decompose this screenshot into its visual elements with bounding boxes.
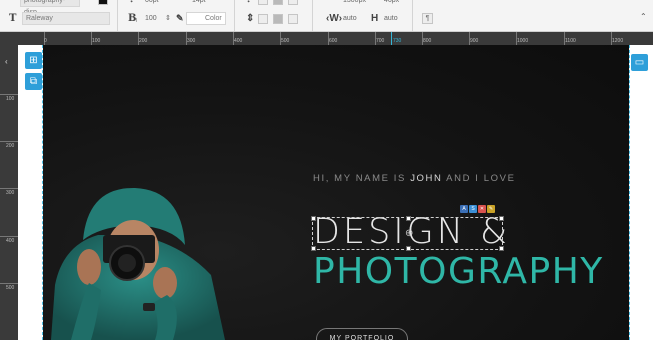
font-size-stepper-icon[interactable]: ⇕ <box>165 12 171 25</box>
intro-text[interactable]: HI, MY NAME IS JOHN AND I LOVE <box>313 173 516 184</box>
move-cursor-icon: ⊕ <box>405 228 414 239</box>
height-icon: H <box>371 13 379 24</box>
ruler-label: 100 <box>92 38 101 44</box>
paragraph-icon[interactable]: ¶ <box>422 13 433 24</box>
ruler-label: 1200 <box>612 38 624 44</box>
ruler-label: 100 <box>6 96 15 102</box>
ruler-guide-marker[interactable] <box>391 32 392 45</box>
ruler-corner <box>0 32 18 45</box>
portfolio-button[interactable]: MY PORTFOLIO <box>316 328 408 340</box>
toolbar-row-1: photography-disp ↕ 00pt 14pt ↕ 1300px 46… <box>0 0 653 16</box>
ruler-tick <box>0 94 18 95</box>
toolbar-divider <box>234 0 235 31</box>
toolbar-divider <box>312 0 313 31</box>
section-guide-left <box>42 45 43 340</box>
intro-suffix: AND I LOVE <box>442 173 516 184</box>
delete-icon[interactable]: ✕ <box>478 205 486 213</box>
ruler-label: 400 <box>234 38 243 44</box>
eyedropper-icon[interactable]: ✎ <box>176 12 184 25</box>
ruler-label: 0 <box>44 38 47 44</box>
resize-handle[interactable] <box>499 246 504 251</box>
collapse-toolbar-icon[interactable]: ⌃ <box>640 12 647 21</box>
toolbar-divider <box>117 0 118 31</box>
toolbar: photography-disp ↕ 00pt 14pt ↕ 1300px 46… <box>0 0 653 32</box>
add-layer-icon[interactable]: ⊞ <box>25 52 42 69</box>
ruler-label: 600 <box>329 38 338 44</box>
font-size-input[interactable]: 100 <box>145 12 157 25</box>
ruler-label: 400 <box>6 238 15 244</box>
height-value-top[interactable]: 46px <box>384 0 399 7</box>
hero-section[interactable]: HI, MY NAME IS JOHN AND I LOVE DESIGN & … <box>43 45 629 340</box>
align-top-icon[interactable] <box>258 14 268 24</box>
ruler-label: 900 <box>470 38 479 44</box>
ruler-label: 1100 <box>565 38 576 44</box>
ruler-left: 100 200 300 400 500 ‹ <box>0 45 18 340</box>
letter-spacing-value[interactable]: 00pt <box>145 0 159 7</box>
resize-handle[interactable] <box>499 216 504 221</box>
style-icon[interactable]: S <box>469 205 477 213</box>
intro-prefix: HI, MY NAME IS <box>313 173 411 184</box>
height-input[interactable]: auto <box>384 12 398 25</box>
line-height-value[interactable]: 14pt <box>192 0 206 7</box>
vertical-align-icon: ⇕ <box>246 13 255 24</box>
ruler-label: 700 <box>376 38 385 44</box>
font-family-select[interactable]: Raleway <box>22 12 110 25</box>
selection-box[interactable]: ⊕ <box>311 216 504 251</box>
toolbar-divider <box>412 0 413 31</box>
resize-handle[interactable] <box>311 246 316 251</box>
size-sub-icon: I <box>136 18 138 24</box>
width-value-top[interactable]: 1300px <box>343 0 366 7</box>
ruler-tick <box>0 188 18 189</box>
photographer-image <box>51 187 225 340</box>
ruler-label: 1000 <box>517 38 529 44</box>
letter-spacing-icon: ↕ <box>129 0 134 6</box>
ruler-label: 200 <box>139 38 148 44</box>
ruler-label: 200 <box>6 143 15 149</box>
font-icon[interactable]: A <box>460 205 468 213</box>
collapse-left-icon[interactable]: ‹ <box>5 57 8 66</box>
align-icon: ↕ <box>246 0 251 6</box>
ruler-label: 300 <box>187 38 196 44</box>
ruler-label: 500 <box>281 38 290 44</box>
align-bottom-icon[interactable] <box>288 14 298 24</box>
ruler-guide-label: 730 <box>393 38 402 44</box>
intro-name: JOHN <box>410 173 443 184</box>
ruler-label: 500 <box>6 285 15 291</box>
section-guide-right <box>629 45 630 340</box>
duplicate-icon[interactable]: ⧉ <box>25 73 42 90</box>
color-input[interactable]: Color <box>186 12 226 25</box>
toolbar-row-2: T Raleway B I 100 ⇕ ✎ Color ⇕ ‹W› auto H… <box>0 11 653 25</box>
preset-select[interactable]: photography-disp <box>20 0 80 16</box>
align-left-button[interactable] <box>258 0 268 5</box>
align-center-button[interactable] <box>273 0 283 5</box>
text-icon: T <box>9 13 17 24</box>
settings-icon[interactable]: ✎ <box>487 205 495 213</box>
title-line-photography[interactable]: PHOTOGRAPHY <box>313 252 604 292</box>
ruler-tick <box>0 283 18 284</box>
resize-handle[interactable] <box>406 216 411 221</box>
ruler-top: 0 100 200 300 400 500 600 700 730 800 90… <box>18 32 653 46</box>
ruler-tick <box>0 236 18 237</box>
resize-handle[interactable] <box>311 216 316 221</box>
color-label: Color <box>205 15 222 22</box>
width-input[interactable]: auto <box>343 12 357 25</box>
align-right-button[interactable] <box>288 0 298 5</box>
ruler-label: 300 <box>6 190 15 196</box>
align-middle-icon[interactable] <box>273 14 283 24</box>
color-swatch[interactable] <box>98 0 108 5</box>
resize-handle[interactable] <box>406 246 411 251</box>
width-icon: ‹W› <box>326 13 343 24</box>
desktop-preview-icon[interactable]: ▭ <box>631 54 648 71</box>
ruler-tick <box>0 141 18 142</box>
ruler-label: 800 <box>423 38 432 44</box>
